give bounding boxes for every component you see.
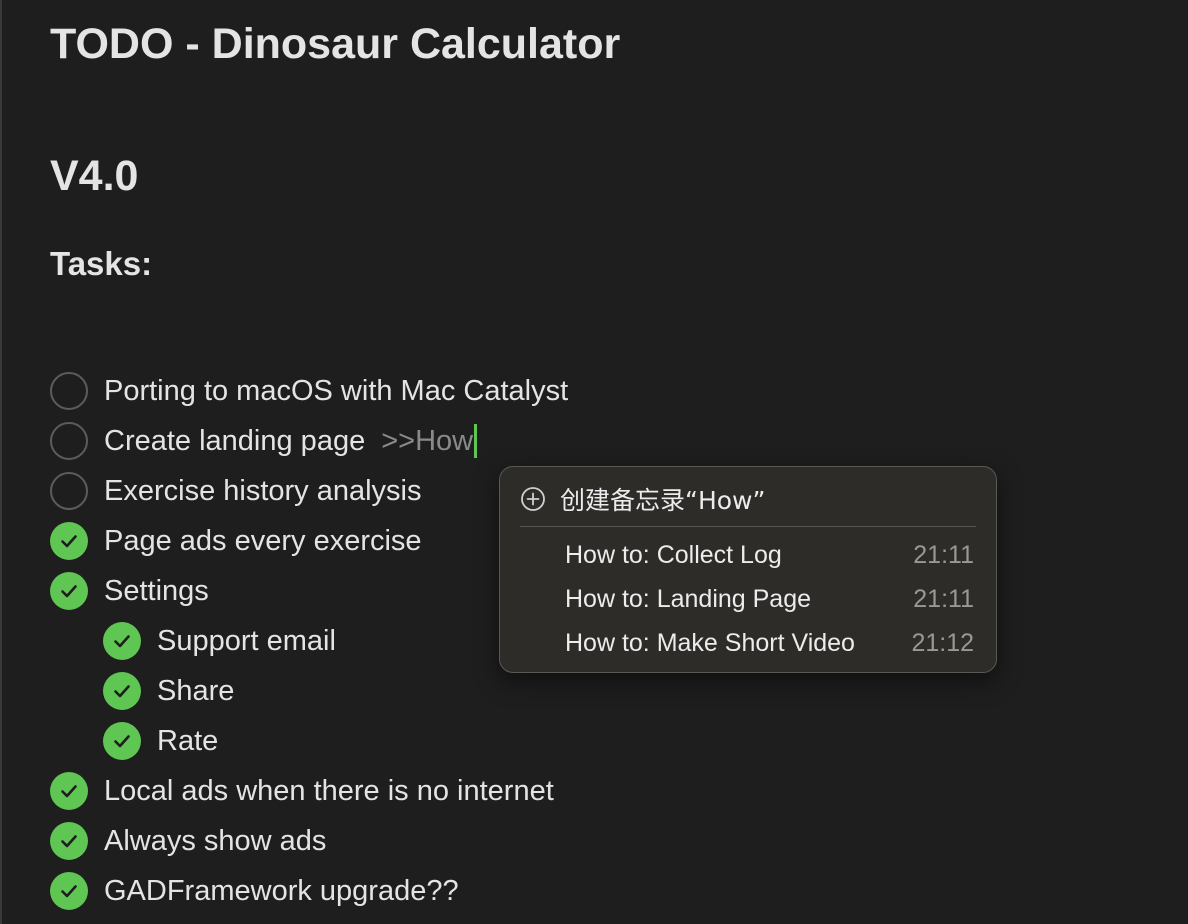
suggestion-title: How to: Landing Page	[565, 584, 812, 613]
suggestion-item[interactable]: How to: Landing Page 21:11	[565, 579, 974, 619]
typed-link-text[interactable]: >>How	[381, 425, 473, 458]
suggestion-title: How to: Collect Log	[565, 540, 782, 569]
checked-circle-icon[interactable]	[50, 572, 88, 610]
note-editor[interactable]: TODO - Dinosaur Calculator V4.0 Tasks: P…	[0, 0, 1188, 924]
create-note-label: 创建备忘录“How”	[560, 486, 766, 515]
suggestion-item[interactable]: How to: Collect Log 21:11	[565, 535, 974, 575]
checklist-item-label[interactable]: Local ads when there is no internet	[104, 775, 554, 808]
unchecked-circle-icon[interactable]	[50, 472, 88, 510]
checklist-item-label[interactable]: Share	[157, 675, 234, 708]
checklist-item-label[interactable]: Create landing page	[104, 425, 365, 458]
checked-circle-icon[interactable]	[50, 822, 88, 860]
checklist-item: Settings	[50, 566, 209, 616]
link-suggestion-popup: 创建备忘录“How” How to: Collect Log 21:11 How…	[499, 466, 997, 673]
checklist-item: Porting to macOS with Mac Catalyst	[50, 366, 568, 416]
plus-circle-icon	[521, 487, 545, 511]
checkmark-icon	[61, 835, 77, 848]
checklist-item: Page ads every exercise	[50, 516, 422, 566]
checklist-item: GADFramework upgrade??	[50, 866, 459, 916]
tasks-heading: Tasks:	[50, 245, 153, 282]
checked-circle-icon[interactable]	[103, 722, 141, 760]
checklist-item: Always show ads	[50, 816, 326, 866]
suggestion-time: 21:11	[913, 540, 974, 569]
checked-circle-icon[interactable]	[103, 622, 141, 660]
checklist-item-label[interactable]: Page ads every exercise	[104, 525, 422, 558]
checked-circle-icon[interactable]	[50, 872, 88, 910]
unchecked-circle-icon[interactable]	[50, 372, 88, 410]
checklist-item-label[interactable]: Rate	[157, 725, 218, 758]
checkmark-icon	[61, 885, 77, 898]
checklist-item-label[interactable]: GADFramework upgrade??	[104, 875, 459, 908]
version-heading: V4.0	[50, 152, 139, 200]
note-title: TODO - Dinosaur Calculator	[50, 20, 621, 68]
checkmark-icon	[114, 685, 130, 698]
checkmark-icon	[114, 635, 130, 648]
text-caret	[474, 424, 478, 458]
checklist-item: Local ads when there is no internet	[50, 766, 554, 816]
checklist-item-label[interactable]: Exercise history analysis	[104, 475, 422, 508]
suggestion-time: 21:12	[911, 628, 974, 657]
suggestion-item[interactable]: How to: Make Short Video 21:12	[565, 623, 974, 663]
checklist-item-label[interactable]: Porting to macOS with Mac Catalyst	[104, 375, 568, 408]
checklist-item: Rate	[103, 716, 218, 766]
checked-circle-icon[interactable]	[103, 672, 141, 710]
checked-circle-icon[interactable]	[50, 522, 88, 560]
suggestion-time: 21:11	[913, 584, 974, 613]
checkmark-icon	[61, 585, 77, 598]
checklist-item-label[interactable]: Settings	[104, 575, 209, 608]
checkmark-icon	[114, 735, 130, 748]
create-note-option[interactable]: 创建备忘录“How”	[520, 481, 765, 517]
checklist-item-label[interactable]: Support email	[157, 625, 336, 658]
popup-divider	[520, 526, 976, 527]
checklist-item: Create landing page >>How	[50, 416, 478, 466]
checkmark-icon	[61, 535, 77, 548]
checklist-item: Support email	[103, 616, 336, 666]
checked-circle-icon[interactable]	[50, 772, 88, 810]
checklist-item: Share	[103, 666, 234, 716]
checklist-item: Exercise history analysis	[50, 466, 422, 516]
unchecked-circle-icon[interactable]	[50, 422, 88, 460]
checkmark-icon	[61, 785, 77, 798]
suggestion-title: How to: Make Short Video	[565, 628, 855, 657]
checklist-item-label[interactable]: Always show ads	[104, 825, 326, 858]
